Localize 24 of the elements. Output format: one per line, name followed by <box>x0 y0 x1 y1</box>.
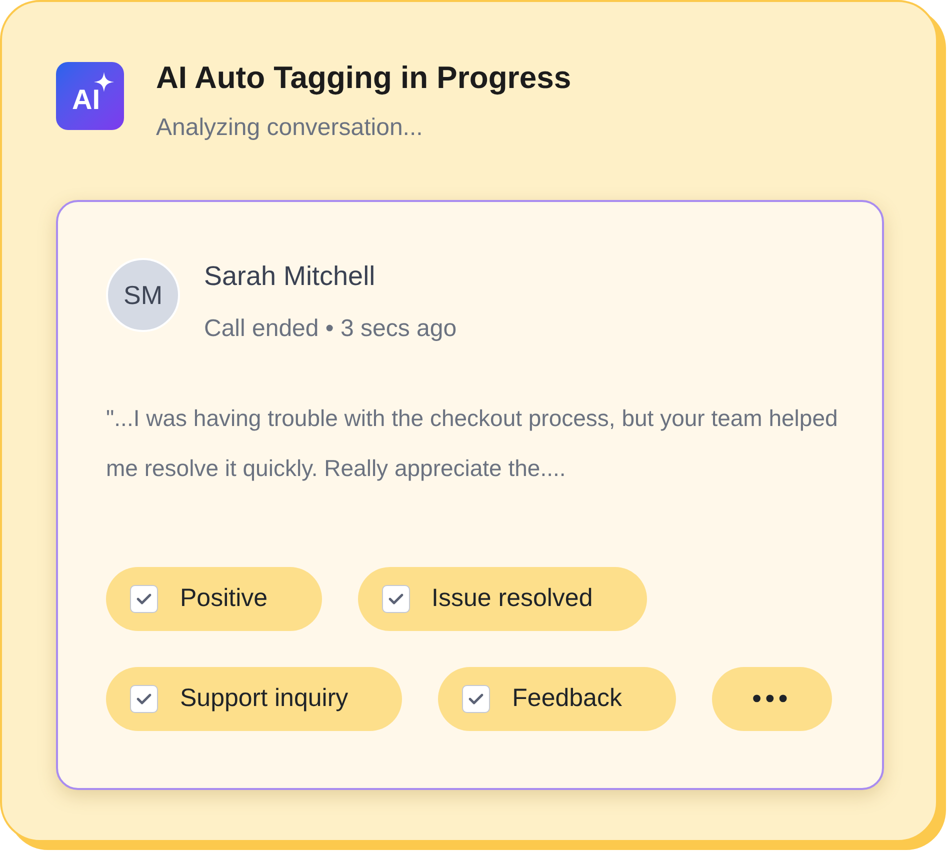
quote-text: "...I was having trouble with the checkout process, but your team helped me resolve it quickly. Really appreciate the.... <box>106 404 839 483</box>
tag-label: Support inquiry <box>180 682 348 714</box>
tag-label: Positive <box>180 582 268 614</box>
checkbox[interactable] <box>462 684 490 712</box>
checkbox[interactable] <box>382 584 410 612</box>
checkbox[interactable] <box>130 584 158 612</box>
tag-chip[interactable]: Support inquiry <box>106 666 402 730</box>
check-icon <box>388 592 404 604</box>
title: AI Auto Tagging in Progress <box>156 60 572 96</box>
more-button[interactable]: ••• <box>712 666 832 730</box>
logo-icon: AI <box>56 62 124 130</box>
check-icon <box>468 692 484 704</box>
checkbox[interactable] <box>130 684 158 712</box>
tag-chip[interactable]: Feedback <box>438 666 676 730</box>
check-icon <box>136 692 152 704</box>
subtitle: Analyzing conversation... <box>156 113 424 143</box>
call-status: Call ended • 3 secs ago <box>204 314 457 344</box>
tag-chip[interactable]: Issue resolved <box>358 566 647 630</box>
contact-name: Sarah Mitchell <box>204 260 376 293</box>
tag-chip[interactable]: Positive <box>106 566 322 630</box>
tag-label: Issue resolved <box>432 582 593 614</box>
tag-label: Feedback <box>512 682 622 714</box>
avatar: SM <box>106 258 180 332</box>
check-icon <box>136 592 152 604</box>
